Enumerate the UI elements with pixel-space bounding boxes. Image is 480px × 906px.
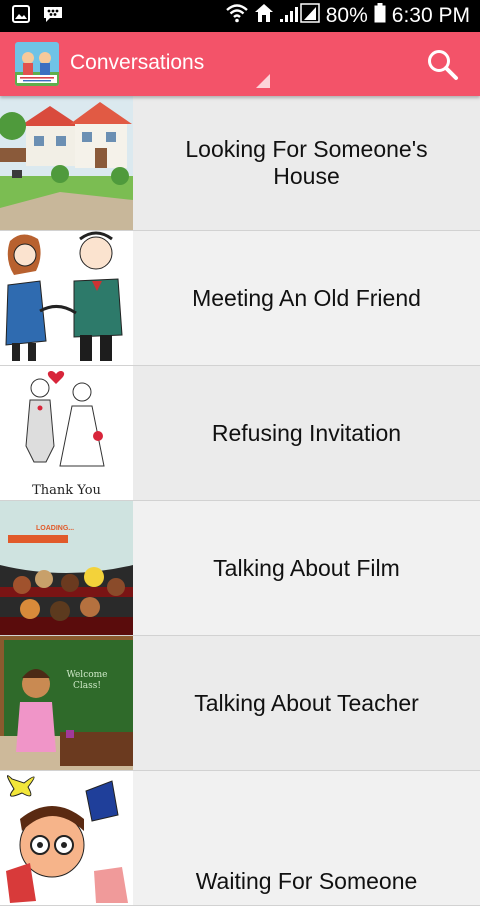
list-item[interactable]: LOADING... Talking About Film [0, 501, 480, 636]
search-icon [428, 50, 458, 80]
list-item[interactable]: Waiting For Someone [0, 771, 480, 906]
handshake-illustration [0, 231, 133, 365]
dropdown-triangle-icon [256, 74, 270, 88]
english-conversation-logo[interactable] [15, 42, 59, 86]
wifi-icon [225, 3, 248, 29]
thumbnail-caption: Welcome Class! [66, 670, 108, 691]
home-signal-icon [254, 3, 274, 29]
gallery-icon [12, 4, 30, 28]
app-bar: Conversations [0, 32, 480, 96]
conversation-title: Looking For Someone's House [185, 136, 428, 189]
cell-signal-icon [279, 3, 320, 29]
bbm-icon [42, 5, 64, 28]
list-item[interactable]: Looking For Someone's House [0, 96, 480, 231]
page-title: Conversations [70, 51, 205, 74]
waiting-person-illustration [0, 771, 133, 905]
section-spinner[interactable]: Conversations [70, 32, 270, 96]
conversation-title: Waiting For Someone [195, 868, 418, 894]
teacher-blackboard-illustration: Welcome Class! [0, 636, 133, 770]
search-button[interactable] [426, 48, 460, 82]
battery-icon [374, 3, 386, 29]
list-item[interactable]: Thank You Refusing Invitation [0, 366, 480, 501]
list-item[interactable]: Welcome Class! Talking About Teacher [0, 636, 480, 771]
battery-percent: 80% [325, 4, 368, 27]
list-item[interactable]: Meeting An Old Friend [0, 231, 480, 366]
conversation-title: Refusing Invitation [211, 419, 402, 446]
wedding-couple-illustration: Thank You [0, 366, 133, 500]
conversation-title: Talking About Film [213, 554, 400, 581]
status-bar: 80% 6:30 PM [0, 0, 480, 32]
thumbnail-caption: LOADING... [36, 525, 75, 532]
conversation-list: Looking For Someone's House Meeting An O… [0, 96, 480, 906]
clock-time: 6:30 PM [391, 4, 470, 27]
conversation-title: Meeting An Old Friend [192, 284, 421, 311]
house-illustration [0, 96, 133, 230]
thumbnail-caption: Thank You [32, 483, 101, 498]
cinema-audience-illustration: LOADING... [0, 501, 133, 635]
conversation-title: Talking About Teacher [194, 689, 419, 716]
